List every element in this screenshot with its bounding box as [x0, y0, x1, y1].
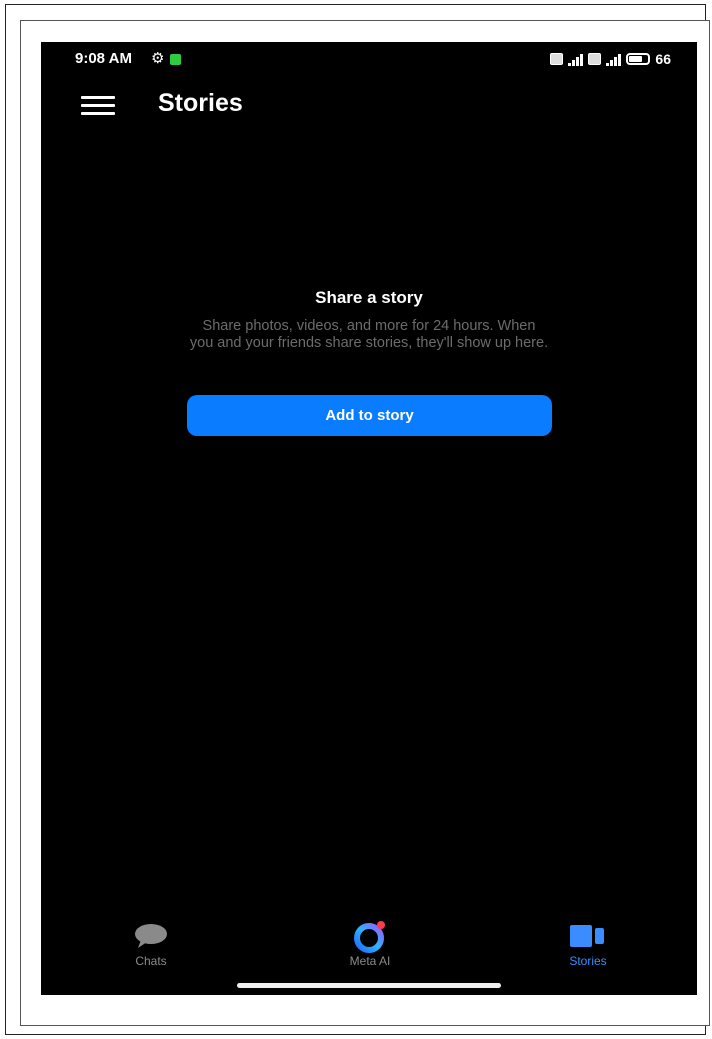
empty-state-description: Share photos, videos, and more for 24 ho… — [189, 318, 549, 351]
status-bar: 9:08 AM ⚙ 66 — [41, 42, 697, 78]
phone-screen: 9:08 AM ⚙ 66 Stories Share a story Share… — [41, 42, 697, 995]
empty-state-title: Share a story — [315, 288, 423, 307]
tab-chats[interactable]: Chats — [96, 918, 206, 968]
battery-percentage: 66 — [655, 51, 671, 67]
battery-icon — [626, 53, 651, 65]
tab-stories-label: Stories — [569, 954, 607, 968]
signal-strength-icon — [568, 53, 584, 66]
status-left-icons: ⚙ — [151, 50, 182, 67]
status-right-icons: 66 — [550, 51, 671, 67]
add-to-story-button[interactable]: Add to story — [187, 395, 552, 436]
bottom-navigation: Chats Meta AI Stories — [41, 918, 697, 978]
chat-bubble-icon — [96, 918, 206, 954]
signal-strength-2-icon — [606, 53, 622, 66]
tab-stories[interactable]: Stories — [533, 918, 643, 968]
sim2-icon — [588, 53, 602, 65]
status-time: 9:08 AM — [75, 50, 132, 67]
settings-notification-icon: ⚙ — [151, 50, 165, 67]
app-header: Stories — [41, 86, 697, 130]
tab-meta-ai[interactable]: Meta AI — [315, 918, 425, 968]
home-indicator[interactable] — [237, 983, 501, 988]
sim1-icon — [550, 53, 564, 65]
tab-chats-label: Chats — [135, 954, 167, 968]
hamburger-menu-icon[interactable] — [81, 95, 115, 117]
app-notification-icon — [170, 53, 182, 65]
page-title: Stories — [158, 89, 243, 117]
tab-meta-ai-label: Meta AI — [349, 954, 391, 968]
meta-ai-ring-icon — [315, 918, 425, 954]
empty-state: Share a story Share photos, videos, and … — [41, 288, 697, 352]
stories-icon — [533, 918, 643, 954]
